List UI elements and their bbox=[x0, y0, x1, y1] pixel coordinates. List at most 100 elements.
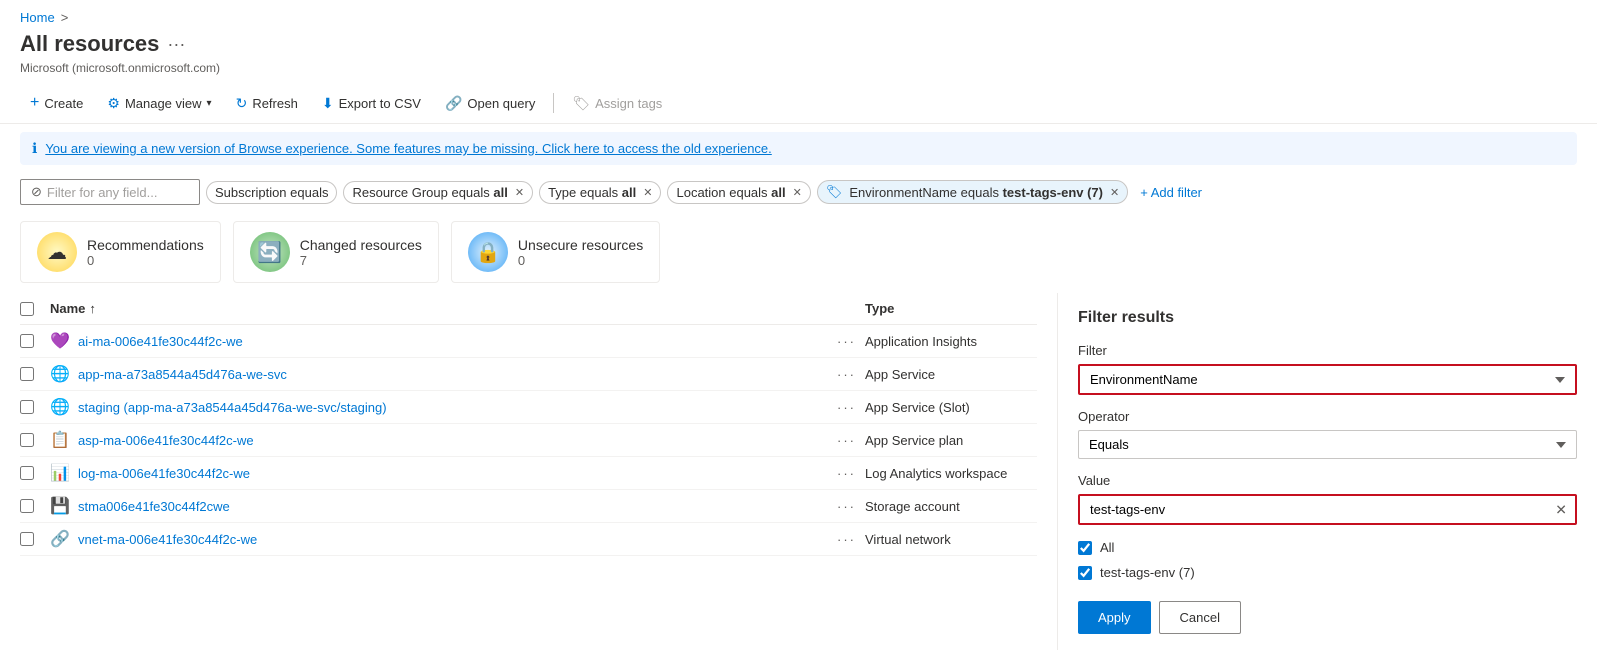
resource-link[interactable]: stma006e41fe30c44f2cwe bbox=[78, 499, 230, 514]
summary-cards: ☁ Recommendations 0 🔄 Changed resources … bbox=[0, 211, 1597, 293]
row-checkbox-1[interactable] bbox=[20, 367, 34, 381]
row-checkbox-cell bbox=[20, 334, 50, 348]
old-experience-link[interactable]: You are viewing a new version of Browse … bbox=[45, 141, 771, 156]
operator-select[interactable]: Equals bbox=[1078, 430, 1577, 459]
row-checkbox-2[interactable] bbox=[20, 400, 34, 414]
resource-link[interactable]: staging (app-ma-a73a8544a45d476a-we-svc/… bbox=[78, 400, 387, 415]
resource-link[interactable]: asp-ma-006e41fe30c44f2c-we bbox=[78, 433, 254, 448]
open-query-button[interactable]: 🔗 Open query bbox=[435, 90, 545, 117]
home-link[interactable]: Home bbox=[20, 10, 55, 25]
row-more-icon[interactable]: ··· bbox=[837, 400, 857, 415]
row-checkbox-5[interactable] bbox=[20, 499, 34, 513]
row-name-cell: 🌐 staging (app-ma-a73a8544a45d476a-we-sv… bbox=[50, 397, 837, 417]
page-title-more-icon[interactable]: ··· bbox=[167, 34, 185, 55]
manage-view-button[interactable]: ⚙ Manage view ▾ bbox=[97, 90, 221, 117]
assign-tags-icon: 🏷 bbox=[572, 95, 590, 112]
row-name-cell: 💾 stma006e41fe30c44f2cwe bbox=[50, 496, 837, 516]
resource-type-icon: 🔗 bbox=[50, 529, 70, 549]
filter-tag-type[interactable]: Type equals all ✕ bbox=[539, 181, 661, 204]
info-banner-text: You are viewing a new version of Browse … bbox=[45, 141, 771, 156]
table-body: 💜 ai-ma-006e41fe30c44f2c-we ··· Applicat… bbox=[20, 325, 1037, 556]
summary-card-changed[interactable]: 🔄 Changed resources 7 bbox=[233, 221, 439, 283]
filter-placeholder: Filter for any field... bbox=[47, 185, 158, 200]
toolbar-separator bbox=[553, 93, 554, 113]
checkbox-env-input[interactable] bbox=[1078, 566, 1092, 580]
row-checkbox-3[interactable] bbox=[20, 433, 34, 447]
changed-count: 7 bbox=[300, 253, 422, 268]
row-type: App Service plan bbox=[857, 433, 1037, 448]
resource-link[interactable]: log-ma-006e41fe30c44f2c-we bbox=[78, 466, 250, 481]
filter-tag-location-close-icon[interactable]: ✕ bbox=[793, 186, 802, 199]
manage-view-icon: ⚙ bbox=[107, 95, 120, 112]
table-row: 💜 ai-ma-006e41fe30c44f2c-we ··· Applicat… bbox=[20, 325, 1037, 358]
filter-tag-subscription-label: Subscription equals bbox=[215, 185, 328, 200]
sort-icon: ↑ bbox=[89, 301, 96, 316]
filter-icon: ⊘ bbox=[31, 184, 42, 200]
resource-type-icon: 💜 bbox=[50, 331, 70, 351]
checkbox-all: All bbox=[1078, 535, 1577, 560]
refresh-icon: ↻ bbox=[236, 95, 248, 112]
row-more-icon[interactable]: ··· bbox=[837, 532, 857, 547]
apply-button[interactable]: Apply bbox=[1078, 601, 1151, 634]
manage-view-chevron-icon: ▾ bbox=[207, 98, 212, 109]
resource-link[interactable]: ai-ma-006e41fe30c44f2c-we bbox=[78, 334, 243, 349]
summary-card-recommendations[interactable]: ☁ Recommendations 0 bbox=[20, 221, 221, 283]
unsecure-count: 0 bbox=[518, 253, 643, 268]
row-checkbox-cell bbox=[20, 499, 50, 513]
filter-tag-resource-group[interactable]: Resource Group equals all ✕ bbox=[343, 181, 533, 204]
filter-field-select[interactable]: EnvironmentName bbox=[1078, 364, 1577, 395]
row-checkbox-cell bbox=[20, 466, 50, 480]
filter-panel-title: Filter results bbox=[1078, 309, 1577, 327]
assign-tags-button[interactable]: 🏷 Assign tags bbox=[562, 90, 672, 117]
col-name-header[interactable]: Name ↑ bbox=[50, 301, 837, 316]
filter-tag-rg-label: Resource Group equals all bbox=[352, 185, 507, 200]
refresh-button[interactable]: ↻ Refresh bbox=[226, 90, 308, 117]
export-icon: ⬇ bbox=[322, 95, 334, 112]
reco-icon: ☁ bbox=[37, 232, 77, 272]
filter-tag-subscription[interactable]: Subscription equals bbox=[206, 181, 337, 204]
row-more-icon[interactable]: ··· bbox=[837, 499, 857, 514]
summary-card-unsecure[interactable]: 🔒 Unsecure resources 0 bbox=[451, 221, 660, 283]
select-all-checkbox[interactable] bbox=[20, 302, 34, 316]
create-button[interactable]: + Create bbox=[20, 89, 93, 117]
row-checkbox-cell bbox=[20, 532, 50, 546]
row-more-icon[interactable]: ··· bbox=[837, 466, 857, 481]
table-row: 📊 log-ma-006e41fe30c44f2c-we ··· Log Ana… bbox=[20, 457, 1037, 490]
row-checkbox-6[interactable] bbox=[20, 532, 34, 546]
add-filter-button[interactable]: + Add filter bbox=[1134, 182, 1208, 203]
open-query-icon: 🔗 bbox=[445, 95, 462, 112]
value-field-label: Value bbox=[1078, 473, 1577, 488]
resource-link[interactable]: app-ma-a73a8544a45d476a-we-svc bbox=[78, 367, 287, 382]
breadcrumb-separator: > bbox=[61, 10, 69, 25]
row-more-icon[interactable]: ··· bbox=[837, 334, 857, 349]
checkbox-env-label: test-tags-env (7) bbox=[1100, 565, 1195, 580]
filter-tag-env[interactable]: 🏷 EnvironmentName equals test-tags-env (… bbox=[817, 180, 1128, 204]
resource-link[interactable]: vnet-ma-006e41fe30c44f2c-we bbox=[78, 532, 257, 547]
export-button[interactable]: ⬇ Export to CSV bbox=[312, 90, 431, 117]
checkbox-env: test-tags-env (7) bbox=[1078, 560, 1577, 585]
filter-tag-env-close-icon[interactable]: ✕ bbox=[1110, 186, 1119, 199]
cancel-button[interactable]: Cancel bbox=[1159, 601, 1241, 634]
value-input[interactable] bbox=[1080, 496, 1575, 523]
filter-tag-location[interactable]: Location equals all ✕ bbox=[667, 181, 810, 204]
row-more-icon[interactable]: ··· bbox=[837, 367, 857, 382]
filter-actions: Apply Cancel bbox=[1078, 601, 1577, 634]
checkbox-all-input[interactable] bbox=[1078, 541, 1092, 555]
checkbox-all-label: All bbox=[1100, 540, 1114, 555]
row-more-icon[interactable]: ··· bbox=[837, 433, 857, 448]
filter-tag-rg-close-icon[interactable]: ✕ bbox=[515, 186, 524, 199]
row-checkbox-4[interactable] bbox=[20, 466, 34, 480]
filter-tag-type-close-icon[interactable]: ✕ bbox=[643, 186, 652, 199]
value-clear-icon[interactable]: ✕ bbox=[1555, 501, 1567, 518]
value-input-wrapper: ✕ bbox=[1078, 494, 1577, 525]
row-name-cell: 🌐 app-ma-a73a8544a45d476a-we-svc bbox=[50, 364, 837, 384]
unsecure-label: Unsecure resources bbox=[518, 237, 643, 253]
col-type-header: Type bbox=[857, 301, 1037, 316]
resource-type-icon: 💾 bbox=[50, 496, 70, 516]
filter-input-box[interactable]: ⊘ Filter for any field... bbox=[20, 179, 200, 205]
row-name-cell: 📊 log-ma-006e41fe30c44f2c-we bbox=[50, 463, 837, 483]
unsecure-icon: 🔒 bbox=[468, 232, 508, 272]
table-row: 🔗 vnet-ma-006e41fe30c44f2c-we ··· Virtua… bbox=[20, 523, 1037, 556]
row-checkbox-0[interactable] bbox=[20, 334, 34, 348]
filter-tag-env-label: EnvironmentName equals test-tags-env (7) bbox=[849, 185, 1103, 200]
